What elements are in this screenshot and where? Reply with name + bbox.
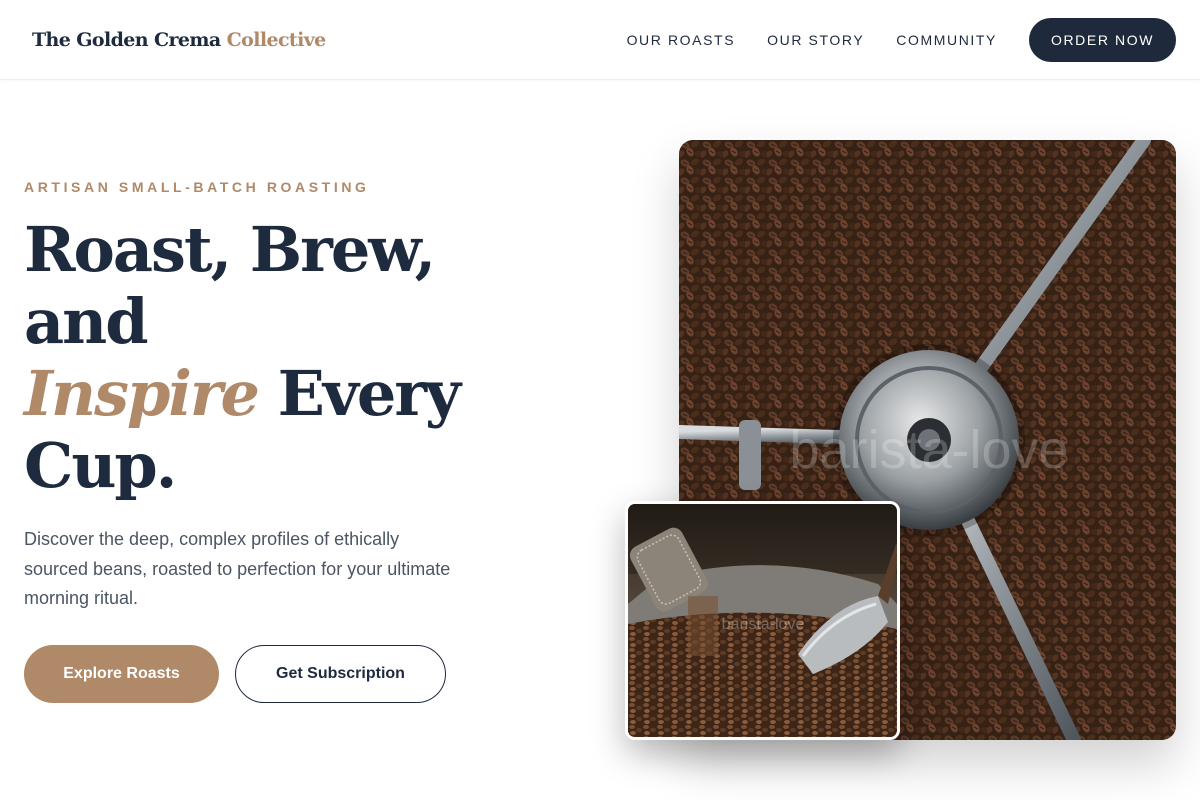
nav-link-our-story[interactable]: OUR STORY [767,32,864,48]
hero-headline: Roast, Brew, and Inspire Every Cup. [24,214,584,502]
nav-link-our-roasts[interactable]: OUR ROASTS [627,32,736,48]
hero-description: Discover the deep, complex profiles of e… [24,529,451,608]
order-now-button[interactable]: ORDER NOW [1029,17,1176,62]
hero-inset-image: barista-love [625,501,900,740]
nav-link-community[interactable]: COMMUNITY [896,32,997,48]
bean-scoop-illustration: barista-love [628,504,897,737]
main-nav: OUR ROASTS OUR STORY COMMUNITY ORDER NOW [595,17,1176,62]
hero-eyebrow: ARTISAN SMALL-BATCH ROASTING [24,179,370,195]
inset-image-watermark: barista-love [722,616,805,633]
headline-line-3: Inspire Every [24,358,584,430]
headline-line-4: Cup. [24,429,177,502]
headline-line-1: Roast, Brew, [24,213,436,286]
site-header: The Golden Crema Collective OUR ROASTS O… [0,0,1200,80]
headline-line-2: and [24,285,149,358]
headline-emphasis: Inspire [24,357,260,430]
get-subscription-button[interactable]: Get Subscription [235,645,446,703]
logo-main-text: The Golden Crema [32,28,221,51]
explore-roasts-button[interactable]: Explore Roasts [24,645,219,703]
main-image-watermark: barista-love [789,420,1068,480]
brand-logo[interactable]: The Golden Crema Collective [32,29,326,51]
headline-line-3-rest: Every [277,357,461,430]
logo-accent-text: Collective [226,28,327,51]
